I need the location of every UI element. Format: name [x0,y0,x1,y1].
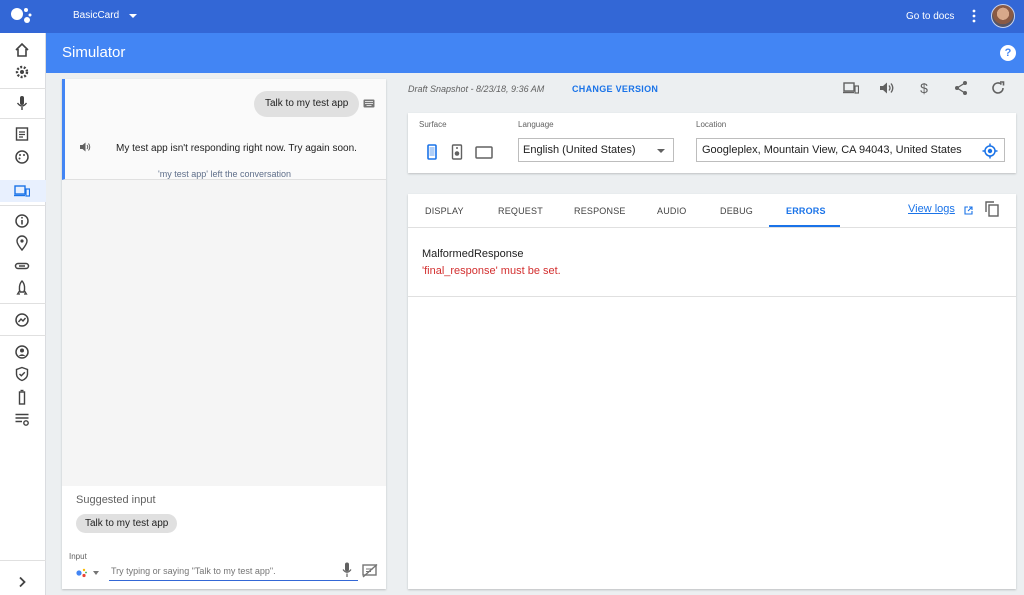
analytics-icon[interactable] [14,312,30,328]
tab-errors[interactable]: ERRORS [786,206,826,216]
bot-message: My test app isn't responding right now. … [116,143,357,154]
result-card: DISPLAY REQUEST RESPONSE AUDIO DEBUG ERR… [408,194,1016,589]
speech-off-icon[interactable] [362,564,378,578]
document-icon[interactable] [14,126,30,142]
error-title: MalformedResponse [422,248,524,260]
language-select[interactable]: English (United States) [518,138,674,162]
project-selector[interactable]: BasicCard [73,10,138,21]
settings-card: Surface Language Location English (Unite… [408,113,1016,173]
expand-chevron-icon[interactable] [14,574,30,590]
page-title: Simulator [62,44,126,61]
dollar-icon[interactable]: $ [916,80,932,96]
error-message: 'final_response' must be set. [422,265,561,277]
settings-list-icon[interactable] [14,411,30,427]
link-icon[interactable] [14,258,30,274]
project-name: BasicCard [73,10,120,21]
chevron-down-icon [657,149,665,153]
volume-icon[interactable] [879,80,895,96]
location-label: Location [696,120,727,129]
chevron-down-icon[interactable] [93,571,99,575]
conversation-area: Talk to my test app My test app isn't re… [62,79,386,180]
help-icon[interactable]: ? [1000,45,1016,61]
devices-icon[interactable] [14,183,30,199]
conversation-status: 'my test app' left the conversation [158,169,292,179]
speaker-surface-icon[interactable] [450,144,464,160]
tab-display[interactable]: DISPLAY [425,206,464,216]
chat-input[interactable] [109,562,358,581]
devices-icon[interactable] [843,80,859,96]
draft-snapshot-text: Draft Snapshot - 8/23/18, 9:36 AM [408,84,545,94]
chevron-down-icon [129,13,138,18]
home-icon[interactable] [14,42,30,58]
location-pin-icon[interactable] [14,235,30,251]
language-value: English (United States) [523,144,636,156]
account-icon[interactable] [14,344,30,360]
palette-icon[interactable] [14,149,30,165]
chat-panel: Talk to my test app My test app isn't re… [62,79,386,589]
shield-icon[interactable] [14,366,30,382]
tab-debug[interactable]: DEBUG [720,206,753,216]
rocket-icon[interactable] [14,280,30,296]
mic-icon[interactable] [14,95,30,111]
open-in-new-icon[interactable] [964,206,973,215]
more-vert-icon[interactable] [970,9,978,23]
language-label: Language [518,120,554,129]
top-app-bar: BasicCard Go to docs [0,0,1024,33]
info-icon[interactable] [14,213,30,229]
user-message-bubble[interactable]: Talk to my test app [254,91,360,117]
active-tab-indicator [769,225,840,227]
location-value: Googleplex, Mountain View, CA 94043, Uni… [702,144,962,156]
phone-surface-icon[interactable] [425,144,439,160]
chat-empty-area [62,180,386,486]
mic-icon[interactable] [342,562,352,578]
tab-request[interactable]: REQUEST [498,206,543,216]
input-label: Input [69,552,87,561]
rail-divider [0,118,46,119]
result-tabs: DISPLAY REQUEST RESPONSE AUDIO DEBUG ERR… [408,194,1016,228]
speaker-icon[interactable] [79,141,91,153]
gear-icon[interactable] [14,64,30,80]
left-nav-rail [0,33,46,595]
refresh-icon[interactable] [990,80,1006,96]
svg-text:$: $ [920,80,928,96]
my-location-icon[interactable] [982,143,998,159]
location-field[interactable]: Googleplex, Mountain View, CA 94043, Uni… [696,138,1005,162]
suggested-input-label: Suggested input [76,494,156,506]
rail-divider [0,303,46,304]
keyboard-icon [363,99,375,108]
surface-label: Surface [419,120,447,129]
tab-audio[interactable]: AUDIO [657,206,687,216]
simulator-header: Simulator ? [46,33,1024,73]
display-surface-icon[interactable] [475,144,493,160]
rail-divider [0,205,46,206]
avatar[interactable] [991,4,1015,28]
copy-icon[interactable] [985,201,999,217]
assistant-dots-icon[interactable] [75,566,87,578]
rail-divider [0,335,46,336]
change-version-button[interactable]: CHANGE VERSION [572,84,658,94]
assistant-logo-icon [11,8,32,23]
go-to-docs-link[interactable]: Go to docs [906,11,954,22]
rail-divider [0,88,46,89]
battery-icon[interactable] [14,389,30,405]
suggestion-chip[interactable]: Talk to my test app [76,514,178,533]
rail-divider [0,560,46,561]
view-logs-link[interactable]: View logs [908,203,955,215]
share-icon[interactable] [953,80,969,96]
divider [408,296,1016,297]
tab-response[interactable]: RESPONSE [574,206,626,216]
